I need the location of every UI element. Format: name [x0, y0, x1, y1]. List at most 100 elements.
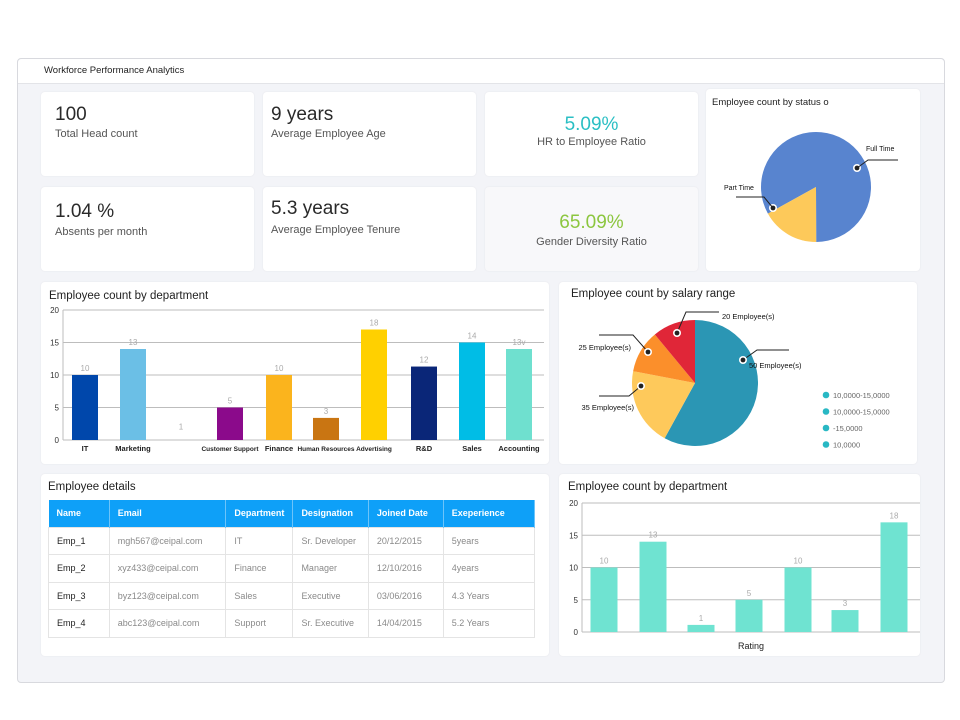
table-cell: Emp_1 [48, 526, 110, 555]
table-cell: byz123@ceipal.com [108, 581, 227, 610]
table-cell: Emp_4 [48, 609, 110, 638]
column-header[interactable]: Email [109, 500, 227, 527]
bar [831, 610, 859, 632]
table-cell: Sr. Developer [292, 526, 369, 555]
kpi-label: Average Employee Tenure [271, 224, 401, 236]
card-title: Employee details [48, 481, 136, 493]
bar [590, 567, 618, 632]
kpi-label: Absents per month [55, 226, 148, 238]
column-header[interactable]: Department [225, 500, 294, 527]
kpi-value: 100 [55, 104, 87, 125]
y-tick-label: 5 [55, 404, 60, 413]
kpi-label: HR to Employee Ratio [537, 136, 646, 148]
kpi-value: 9 years [271, 104, 334, 125]
table-cell: 4.3 Years [442, 581, 536, 610]
legend-label: -15,0000 [833, 424, 863, 433]
bar [506, 349, 532, 440]
status-pie-card: Employee count by status o Full Time Part… [706, 89, 920, 271]
table-row[interactable]: Emp_4 abc123@ceipal.com Support Sr. Executi… [48, 609, 536, 638]
kpi-value: 1.04 % [55, 201, 115, 222]
table-row[interactable]: Emp_3 byz123@ceipal.com Sales Executive 03/0… [48, 581, 536, 610]
data-label: 1 [179, 423, 184, 432]
dept-bar-chart: 0510152010IT13Marketing15Customer Suppor… [50, 306, 544, 453]
rating-bar-chart: 0510152010131510318Rating [569, 499, 920, 651]
x-axis-label: Rating [738, 641, 764, 651]
x-tick-label: Customer Support [201, 446, 259, 453]
data-label: 5 [747, 589, 752, 598]
data-label: 3 [843, 599, 848, 608]
y-tick-label: 15 [50, 339, 59, 348]
slice-marker-dot [674, 330, 680, 336]
x-tick-label: IT [82, 444, 89, 453]
table-cell: mgh567@ceipal.com [108, 526, 227, 555]
slice-marker-dot [740, 357, 746, 363]
slice-label: Full Time [866, 146, 895, 153]
table-cell: 5.2 Years [442, 609, 536, 638]
slice-marker-dot [645, 349, 651, 355]
kpi-card-absents: 1.04 % Absents per month [41, 187, 254, 271]
table-cell: 4years [442, 554, 536, 583]
kpi-value: 65.09% [559, 212, 624, 233]
legend-label: 10,0000-15,0000 [833, 408, 890, 417]
bar [313, 417, 339, 440]
table-cell: Finance [225, 554, 294, 583]
bar [217, 407, 243, 440]
kpi-label: Total Head count [55, 128, 138, 140]
column-header[interactable]: Exeperience [443, 500, 536, 527]
table-cell: 03/06/2016 [367, 581, 444, 610]
kpi-label: Gender Diversity Ratio [536, 236, 647, 248]
table-cell: Emp_2 [48, 554, 110, 583]
data-label: 13v [513, 338, 526, 347]
table-cell: Executive [292, 581, 369, 610]
table-cell: abc123@ceipal.com [108, 609, 227, 638]
table-cell: Support [225, 609, 294, 638]
slice-label: Part Time [724, 185, 754, 192]
slice-marker-dot [638, 383, 644, 389]
y-tick-label: 0 [574, 628, 579, 637]
column-header[interactable]: Name [48, 500, 110, 527]
kpi-value: 5.3 years [271, 198, 350, 219]
y-tick-label: 0 [55, 436, 60, 445]
table-header-row: Name Email Department Designation Joined Dat… [48, 500, 536, 527]
slice-label: 25 Employee(s) [578, 343, 631, 352]
table-cell: Sales [225, 581, 294, 610]
legend-marker [822, 391, 830, 399]
legend-label: 10,0000-15,0000 [833, 391, 890, 400]
slice-label: 20 Employee(s) [722, 312, 775, 321]
x-tick-label: Human Resources [297, 446, 354, 453]
bar [361, 329, 387, 440]
x-tick-label: Finance [265, 444, 293, 453]
legend-marker [822, 441, 830, 448]
employee-table-card: Employee details Name Email Department Desi… [41, 474, 549, 656]
kpi-card-headcount: 100 Total Head count [41, 92, 254, 176]
column-header[interactable]: Joined Date [368, 500, 444, 527]
bar [784, 567, 812, 632]
table-cell: Manager [292, 554, 369, 583]
y-tick-label: 10 [569, 564, 578, 573]
table-row[interactable]: Emp_2 xyz433@ceipal.com Finance Manager 12/1… [48, 554, 536, 583]
y-tick-label: 20 [569, 499, 578, 508]
y-tick-label: 10 [50, 371, 59, 380]
data-label: 1 [699, 614, 704, 623]
table-row[interactable]: Emp_1 mgh567@ceipal.com IT Sr. Developer 20/… [48, 526, 536, 555]
x-tick-label: Accounting [498, 444, 540, 453]
data-label: 5 [228, 397, 233, 406]
bar [411, 366, 437, 440]
kpi-card-diversity: 65.09% Gender Diversity Ratio [485, 187, 698, 271]
data-label: 13 [129, 338, 138, 347]
dept-bar-card: Employee count by department 0 5 10 15 20 10 I… [41, 282, 549, 464]
y-tick-label: 15 [569, 531, 578, 540]
bar [72, 375, 98, 440]
data-label: 18 [890, 511, 899, 520]
bar [120, 349, 146, 440]
slice-label: 50 Employee(s) [749, 361, 802, 370]
column-header[interactable]: Designation [292, 500, 369, 527]
bar [266, 375, 292, 440]
bar [735, 599, 763, 632]
bar [459, 342, 485, 440]
employee-table: Name Email Department Designation Joined Dat… [48, 500, 536, 638]
app-title: Workforce Performance Analytics [44, 65, 185, 76]
table-cell: 20/12/2015 [367, 526, 444, 555]
table-cell: 14/04/2015 [367, 609, 444, 638]
status-pie-chart: Full Time Part Time [724, 132, 898, 242]
